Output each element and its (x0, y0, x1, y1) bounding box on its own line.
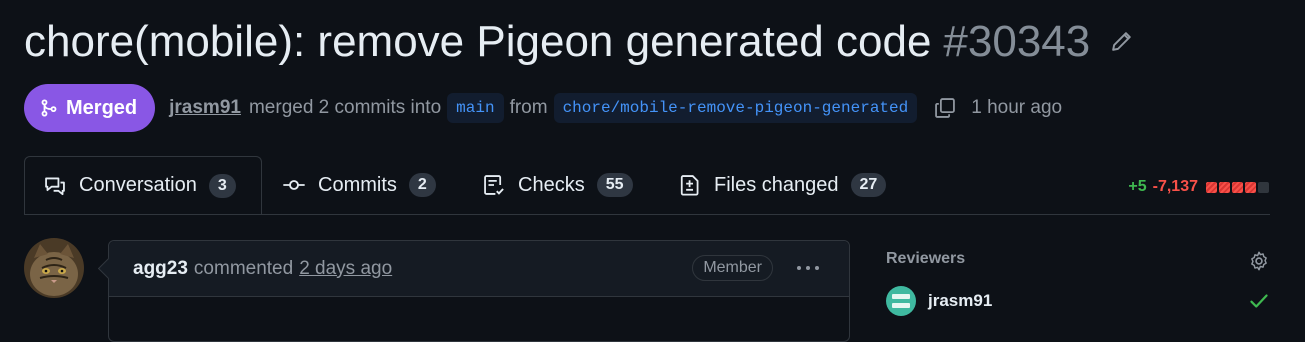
base-branch[interactable]: main (447, 93, 504, 123)
kebab-menu-icon[interactable] (793, 255, 823, 281)
file-diff-icon (678, 173, 702, 197)
diffstat-neutral-block (1258, 181, 1269, 193)
pencil-icon[interactable] (1108, 29, 1134, 55)
tab-conversation[interactable]: Conversation 3 (24, 156, 262, 214)
merged-status-badge: Merged (24, 84, 156, 132)
head-branch[interactable]: chore/mobile-remove-pigeon-generated (553, 93, 918, 123)
comment-action: commented (193, 257, 294, 279)
tab-checks[interactable]: Checks 55 (482, 156, 633, 214)
merge-description: merged 2 commits into (248, 97, 442, 118)
diffstat-deleted-block (1232, 181, 1243, 193)
commenter-avatar[interactable] (24, 238, 84, 298)
merged-status-label: Merged (66, 96, 138, 119)
tab-label: Checks (518, 173, 585, 196)
tab-count: 2 (408, 173, 436, 197)
reviewer-avatar (886, 286, 916, 316)
check-icon (1248, 290, 1270, 312)
member-badge: Member (692, 255, 773, 281)
pr-meta-row: Merged jrasm91 merged 2 commits into mai… (24, 84, 1062, 132)
from-text: from (509, 97, 548, 118)
tab-files-changed[interactable]: Files changed 27 (678, 156, 887, 214)
tab-count: 27 (850, 173, 887, 197)
comment-caret (97, 257, 120, 280)
tab-commits[interactable]: Commits 2 (282, 156, 436, 214)
gear-icon[interactable] (1246, 248, 1272, 274)
pr-title-row: chore(mobile): remove Pigeon generated c… (24, 12, 1134, 72)
diffstat-deleted-block (1219, 181, 1230, 193)
tab-label: Commits (318, 173, 397, 196)
copy-icon[interactable] (933, 96, 957, 120)
reviewers-title: Reviewers (886, 250, 966, 267)
pr-tabs: Conversation 3 Commits 2 Checks 55 Files… (24, 156, 1270, 215)
checklist-icon (482, 173, 506, 197)
conversation-icon (43, 174, 67, 198)
diffstat-deleted-block (1206, 181, 1217, 193)
tab-label: Conversation (79, 174, 197, 196)
comment-header: agg23 commented 2 days ago Member (97, 241, 849, 297)
tab-count: 55 (596, 173, 633, 197)
diffstat: +5 -7,137 (1128, 178, 1271, 196)
pr-title: chore(mobile): remove Pigeon generated c… (24, 17, 932, 66)
tab-label: Files changed (714, 173, 839, 196)
merge-icon (41, 99, 57, 117)
comment-time[interactable]: 2 days ago (299, 258, 392, 280)
diffstat-deleted-block (1245, 181, 1256, 193)
reviewer-name: jrasm91 (928, 291, 993, 310)
pr-number: #30343 (943, 17, 1091, 66)
tab-count: 3 (208, 173, 236, 198)
additions-count: +5 (1128, 178, 1147, 195)
merge-time: 1 hour ago (971, 97, 1063, 118)
commit-icon (282, 173, 306, 197)
reviewer-item[interactable]: jrasm91 (886, 286, 992, 316)
comment-author[interactable]: agg23 (133, 258, 188, 280)
deletions-count: -7,137 (1152, 178, 1198, 195)
diffstat-blocks (1206, 181, 1271, 193)
comment-box: agg23 commented 2 days ago Member (97, 240, 850, 342)
author-link[interactable]: jrasm91 (169, 97, 241, 119)
